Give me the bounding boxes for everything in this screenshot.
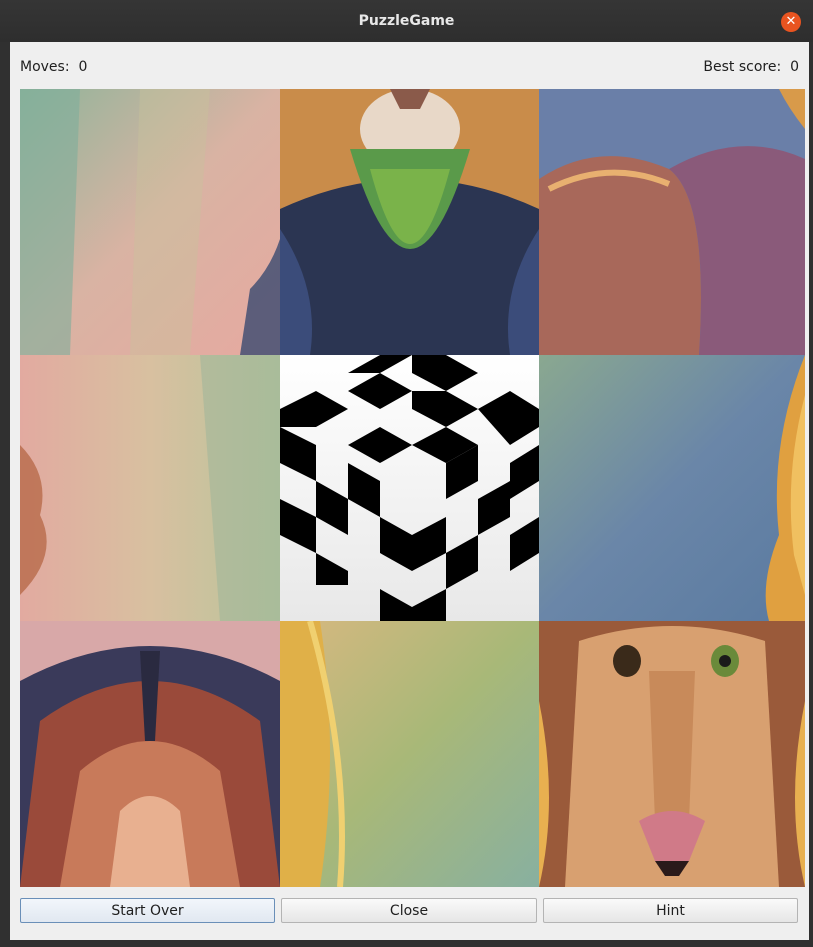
tile-abstract-yellow-green[interactable] [280,621,539,887]
moves-counter: Moves: 0 [20,59,87,75]
best-score-value: 0 [790,59,799,75]
window-title: PuzzleGame [358,13,455,29]
puzzle-board [20,89,805,887]
cube-pattern-icon [280,355,539,621]
title-bar: PuzzleGame ✕ [0,0,813,42]
tile-abstract-pastel-mid-left[interactable] [20,355,280,621]
start-over-button[interactable]: Start Over [20,898,275,923]
hint-button[interactable]: Hint [543,898,798,923]
moves-label: Moves: [20,59,70,75]
puzzle-window: PuzzleGame ✕ Moves: 0 Best score: 0 Star… [0,0,813,947]
tile-lion-beard[interactable] [280,89,539,355]
moves-value: 0 [78,59,88,75]
close-button[interactable]: Close [281,898,537,923]
tile-lion-shoulder[interactable] [539,89,805,355]
tile-lion-mane-top[interactable] [20,621,280,887]
client-area: Moves: 0 Best score: 0 Start Over Close … [10,42,809,940]
tile-lion-face[interactable] [539,621,805,887]
tile-abstract-pastel-top-left[interactable] [20,89,280,355]
best-score-label: Best score: [703,59,782,75]
close-icon[interactable]: ✕ [781,12,801,32]
tile-abstract-blue-mane-edge[interactable] [539,355,805,621]
best-score: Best score: 0 [703,59,799,75]
